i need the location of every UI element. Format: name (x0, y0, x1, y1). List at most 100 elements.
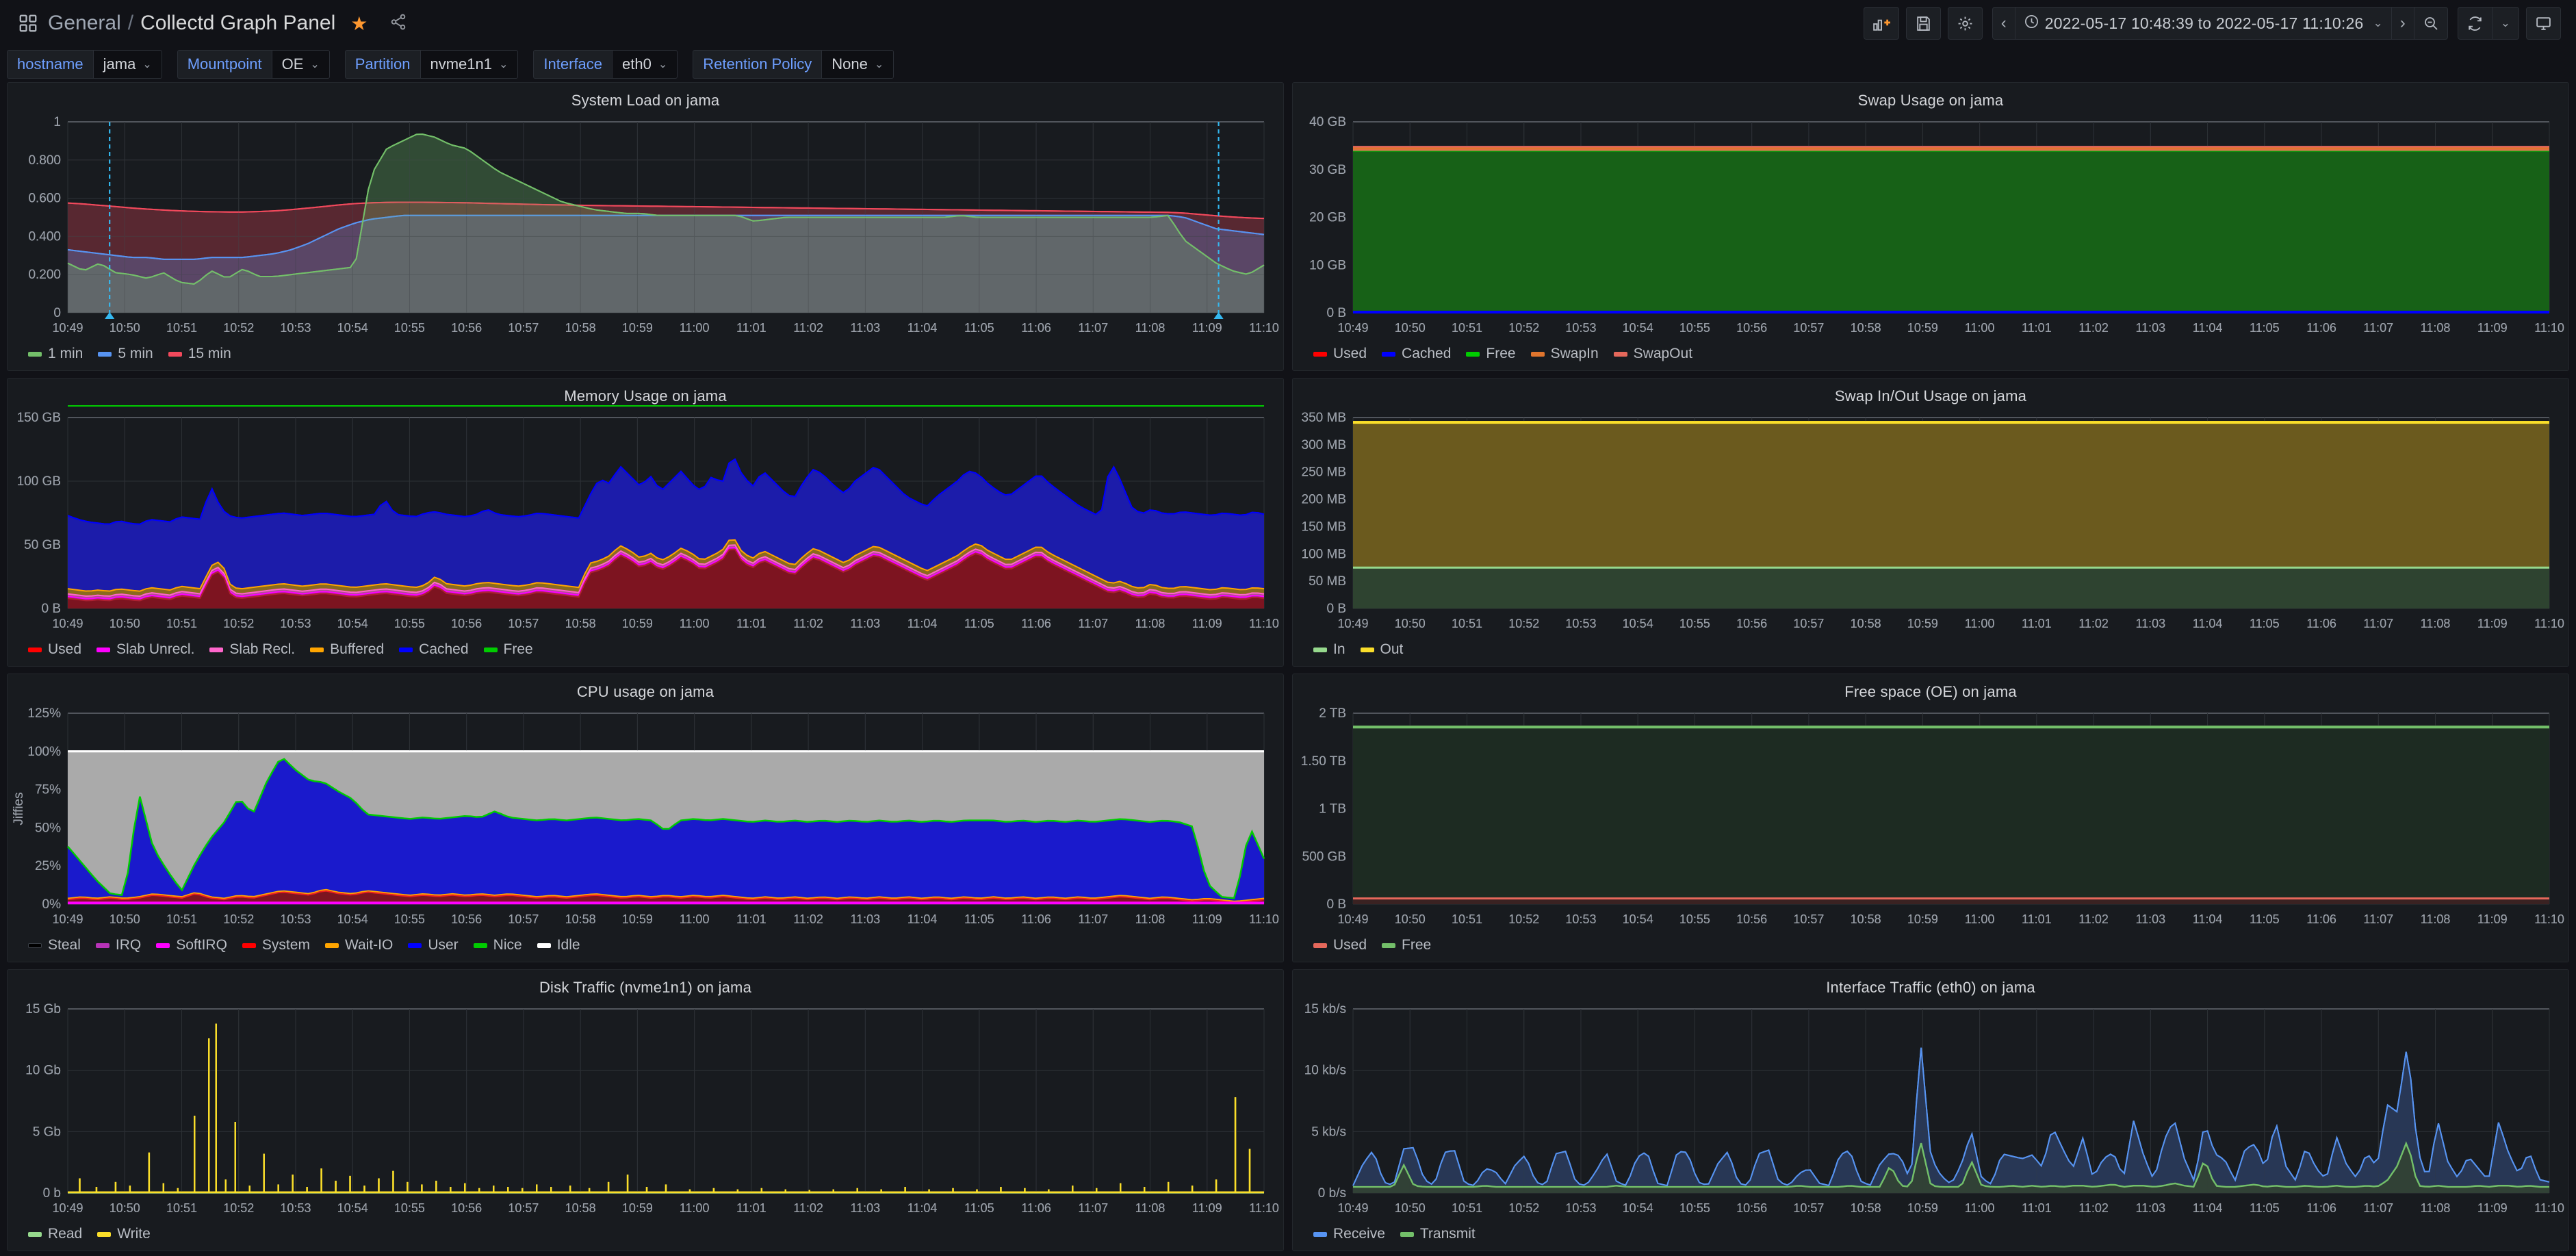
legend-item[interactable]: Steal (28, 937, 81, 953)
legend-item[interactable]: 15 min (168, 346, 231, 362)
refresh-icon[interactable] (2458, 8, 2492, 39)
legend-item[interactable]: SwapIn (1530, 346, 1599, 362)
svg-text:20 GB: 20 GB (1309, 211, 1346, 225)
legend-item[interactable]: Cached (1382, 346, 1451, 362)
legend-item[interactable]: Used (1313, 346, 1367, 362)
legend-item[interactable]: Used (1313, 937, 1367, 953)
legend-label: User (428, 937, 459, 953)
panel-plot-area[interactable]: 0% 25% 50% 75% 100% 125% 10:49 10:50 10:51 10:52 1… (8, 701, 1283, 937)
svg-text:10:50: 10:50 (110, 912, 140, 926)
legend-item[interactable]: In (1313, 641, 1345, 658)
legend-item[interactable]: Wait-IO (324, 937, 393, 953)
legend-color-swatch (95, 943, 110, 948)
legend-item[interactable]: 5 min (98, 346, 153, 362)
svg-text:11:03: 11:03 (2135, 321, 2165, 335)
time-range-prev-button[interactable]: ‹ (1993, 8, 2015, 39)
panel-swap-inout[interactable]: Swap In/Out Usage on jama 0 B 50 MB 100 MB… (1292, 378, 2569, 667)
svg-text:11:02: 11:02 (793, 1201, 823, 1215)
legend-color-swatch (1382, 351, 1396, 357)
save-dashboard-icon[interactable] (1905, 7, 1941, 40)
svg-text:10:59: 10:59 (1907, 321, 1938, 335)
legend-item[interactable]: Idle (537, 937, 580, 953)
legend-label: 15 min (188, 346, 231, 361)
variable-value-dropdown[interactable]: eth0 ⌄ (612, 50, 678, 79)
panel-plot-area[interactable]: 0 b 5 Gb 10 Gb 15 Gb 10:49 10:50 10:51 10:52 10:… (8, 997, 1283, 1226)
panel-plot-area[interactable]: 0 B 10 GB 20 GB 30 GB 40 GB 10:49 10:50 10:51 10… (1293, 110, 2568, 346)
legend-item[interactable]: Out (1360, 641, 1403, 658)
panel-plot-area[interactable]: 0 B 50 GB 100 GB 150 GB 10:49 10:50 10:51 10:52… (8, 405, 1283, 641)
legend-item[interactable]: IRQ (95, 937, 141, 953)
legend-item[interactable]: SoftIRQ (156, 937, 227, 953)
legend-item[interactable]: Buffered (310, 641, 384, 658)
svg-text:10:58: 10:58 (1851, 1201, 1881, 1215)
legend-item[interactable]: Slab Recl. (209, 641, 295, 658)
time-range-display-button[interactable]: 2022-05-17 10:48:39 to 2022-05-17 11:10:… (2014, 8, 2391, 39)
variable-value-dropdown[interactable]: nvme1n1 ⌄ (420, 50, 519, 79)
svg-text:50%: 50% (35, 821, 61, 835)
panel-plot-area[interactable]: 0 B 500 GB 1 TB 1.50 TB 2 TB 10:49 10:50 10:51 1… (1293, 701, 2568, 937)
legend-item[interactable]: 1 min (28, 346, 83, 362)
svg-text:10:52: 10:52 (1508, 321, 1539, 335)
legend-item[interactable]: User (408, 937, 459, 953)
panel-cpu-usage[interactable]: CPU usage on jama 0% 25% 50% 75% 100% 125% 10:… (7, 674, 1284, 962)
legend-item[interactable]: Read (28, 1226, 82, 1242)
legend-item[interactable]: Nice (473, 937, 522, 953)
panel-title: Swap In/Out Usage on jama (1834, 387, 2027, 405)
svg-text:11:02: 11:02 (2078, 321, 2109, 335)
variable-value-dropdown[interactable]: None ⌄ (821, 50, 894, 79)
panel-system-load[interactable]: System Load on jama 0 0.200 0.400 0.600 0.80… (7, 82, 1284, 371)
star-filled-icon[interactable]: ★ (350, 12, 368, 35)
svg-text:11:04: 11:04 (2193, 617, 2223, 630)
svg-text:11:05: 11:05 (964, 321, 994, 335)
svg-text:10:54: 10:54 (337, 912, 368, 926)
legend-item[interactable]: Free (1466, 346, 1516, 362)
panel-interface-traffic[interactable]: Interface Traffic (eth0) on jama 0 b/s 5 … (1292, 969, 2569, 1251)
clock-icon (2024, 14, 2039, 33)
page-title[interactable]: Collectd Graph Panel (140, 12, 335, 35)
panel-disk-traffic[interactable]: Disk Traffic (nvme1n1) on jama 0 b 5 Gb 10… (7, 969, 1284, 1251)
legend-item[interactable]: Write (97, 1226, 151, 1242)
legend-item[interactable]: Slab Unrecl. (96, 641, 194, 658)
legend-item[interactable]: Free (483, 641, 533, 658)
breadcrumb-folder[interactable]: General (48, 12, 121, 35)
legend-item[interactable]: SwapOut (1613, 346, 1692, 362)
legend-item[interactable]: Receive (1313, 1226, 1385, 1242)
legend-label: Used (1333, 937, 1367, 953)
panel-plot-area[interactable]: 0 0.200 0.400 0.600 0.800 1 10:49 10:50 10:51 10:… (8, 110, 1283, 346)
legend-item[interactable]: Cached (399, 641, 469, 658)
zoom-out-icon[interactable] (2413, 8, 2447, 39)
share-icon[interactable] (389, 13, 407, 34)
time-range-next-button[interactable]: › (2391, 8, 2414, 39)
panel-plot-area[interactable]: 0 B 50 MB 100 MB 150 MB 200 MB 250 MB 300 MB 35… (1293, 405, 2568, 641)
legend-item[interactable]: System (242, 937, 310, 953)
svg-text:10:56: 10:56 (451, 912, 482, 926)
legend-color-swatch (242, 943, 256, 948)
svg-text:11:01: 11:01 (2022, 912, 2052, 926)
legend-label: Used (48, 641, 82, 657)
refresh-interval-dropdown[interactable]: ⌄ (2491, 8, 2519, 39)
legend-color-swatch (1466, 351, 1480, 357)
variable-value-dropdown[interactable]: jama ⌄ (92, 50, 162, 79)
svg-text:11:08: 11:08 (1135, 1201, 1165, 1215)
legend-item[interactable]: Transmit (1400, 1226, 1476, 1242)
legend-color-swatch (98, 351, 112, 357)
svg-text:10:51: 10:51 (166, 1201, 197, 1215)
chevron-down-icon: ⌄ (310, 59, 320, 71)
variable-value-dropdown[interactable]: OE ⌄ (271, 50, 330, 79)
add-panel-icon[interactable] (1863, 7, 1899, 40)
legend-item[interactable]: Used (28, 641, 81, 658)
svg-text:10:54: 10:54 (1623, 617, 1653, 630)
svg-text:5 kb/s: 5 kb/s (1311, 1125, 1346, 1139)
panel-swap-usage[interactable]: Swap Usage on jama 0 B 10 GB 20 GB 30 GB 40 … (1292, 82, 2569, 371)
variable-label: hostname (7, 50, 93, 79)
svg-text:11:08: 11:08 (2421, 912, 2451, 926)
tv-mode-icon[interactable] (2526, 7, 2561, 40)
panel-free-space[interactable]: Free space (OE) on jama 0 B 500 GB 1 TB 1.5… (1292, 674, 2569, 962)
svg-text:10:57: 10:57 (508, 617, 539, 630)
svg-text:10:59: 10:59 (622, 617, 653, 630)
panel-memory-usage[interactable]: Memory Usage on jama 0 B 50 GB 100 GB 150 G… (7, 378, 1284, 667)
svg-text:0.400: 0.400 (28, 229, 61, 244)
dashboard-settings-gear-icon[interactable] (1947, 7, 1983, 40)
legend-item[interactable]: Free (1382, 937, 1431, 953)
panel-plot-area[interactable]: 0 b/s 5 kb/s 10 kb/s 15 kb/s 10:49 10:50 10:51… (1293, 997, 2568, 1226)
